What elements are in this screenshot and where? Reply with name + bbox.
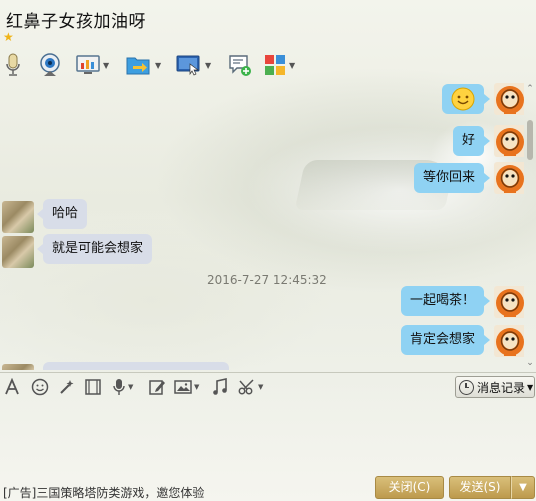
chevron-down-icon[interactable]: ▼ xyxy=(289,61,295,70)
share-screen-button[interactable]: ▼ xyxy=(76,52,109,78)
chevron-down-icon[interactable]: ▼ xyxy=(258,383,263,391)
message-history-label: 消息记录 xyxy=(477,380,526,395)
send-file-button[interactable]: ▼ xyxy=(126,52,161,78)
send-options-button[interactable]: ▼ xyxy=(511,476,535,499)
close-button[interactable]: 关闭(C) xyxy=(375,476,444,499)
voice-call-button[interactable] xyxy=(4,52,22,78)
message-list[interactable]: 好 等你回来 哈哈 就是可能会想家 2016-7-27 12:45:32 一起喝… xyxy=(0,82,524,370)
scroll-up-icon[interactable]: ⌃ xyxy=(525,84,535,94)
message-bubble-incoming[interactable]: 哈哈 xyxy=(36,199,88,229)
avatar[interactable] xyxy=(494,286,524,318)
monitor-chart-icon xyxy=(76,55,100,74)
scissors-icon xyxy=(238,379,254,395)
message-history-button[interactable]: 消息记录 ▼ xyxy=(455,376,535,398)
chevron-down-icon[interactable]: ▼ xyxy=(205,61,211,70)
microphone-icon xyxy=(113,379,125,395)
send-image-button[interactable]: ▼ xyxy=(174,377,199,397)
avatar[interactable] xyxy=(494,162,524,194)
clock-icon xyxy=(459,379,474,395)
magic-wand-icon xyxy=(60,380,74,394)
music-note-icon xyxy=(213,378,227,395)
chat-toolbar: ▼ ▼ ▼ ▼ xyxy=(0,48,536,82)
chat-scrollbar[interactable]: ⌃ ⌄ xyxy=(524,82,536,370)
kenny-avatar-icon xyxy=(496,165,524,193)
chevron-down-icon[interactable]: ▼ xyxy=(128,383,133,391)
message-bubble-incoming[interactable]: 就是可能会想家 xyxy=(36,234,153,264)
title-bar: 红鼻子女孩加油呀 ★ xyxy=(0,0,536,48)
voice-message-button[interactable]: ▼ xyxy=(112,377,133,397)
remote-assist-button[interactable]: ▼ xyxy=(176,52,211,78)
message-input[interactable] xyxy=(0,401,536,473)
scroll-down-icon[interactable]: ⌄ xyxy=(525,358,535,368)
chevron-down-icon: ▼ xyxy=(519,482,527,493)
chevron-down-icon[interactable]: ▼ xyxy=(155,61,161,70)
message-bubble-outgoing[interactable]: 等你回来 xyxy=(414,163,491,193)
chevron-down-icon: ▼ xyxy=(527,382,534,392)
music-button[interactable] xyxy=(212,377,228,397)
font-icon xyxy=(5,378,19,395)
message-bubble-outgoing[interactable]: 好 xyxy=(453,126,491,156)
message-bubble-outgoing[interactable]: 肯定会想家 xyxy=(401,325,491,355)
font-button[interactable] xyxy=(4,377,20,397)
image-icon xyxy=(174,380,192,394)
create-discussion-button[interactable] xyxy=(228,52,252,78)
emoji-button[interactable] xyxy=(31,377,49,397)
avatar[interactable] xyxy=(494,83,524,115)
chevron-down-icon[interactable]: ▼ xyxy=(194,383,199,391)
avatar[interactable] xyxy=(2,201,34,233)
kenny-avatar-icon xyxy=(496,86,524,114)
webcam-icon xyxy=(40,53,60,76)
message-bubble-outgoing[interactable]: 一起喝茶！ xyxy=(401,286,491,316)
message-bubble-outgoing[interactable] xyxy=(442,84,490,114)
scroll-thumb[interactable] xyxy=(527,120,533,160)
video-clip-button[interactable] xyxy=(84,377,102,397)
magic-emoticon-button[interactable] xyxy=(58,377,76,397)
contact-name: 红鼻子女孩加油呀 xyxy=(6,12,146,32)
kenny-avatar-icon xyxy=(496,328,524,356)
microphone-icon xyxy=(6,53,20,76)
star-icon: ★ xyxy=(3,30,14,44)
film-icon xyxy=(85,379,101,395)
kenny-avatar-icon xyxy=(496,289,524,317)
message-bubble-incoming[interactable] xyxy=(43,362,229,370)
chevron-down-icon[interactable]: ▼ xyxy=(103,61,109,70)
avatar[interactable] xyxy=(2,236,34,268)
chat-add-icon xyxy=(229,55,251,76)
smiley-icon xyxy=(31,378,49,396)
screen-capture-button[interactable]: ▼ xyxy=(238,377,263,397)
screenshot-edit-button[interactable] xyxy=(148,377,166,397)
ad-link[interactable]: [广告]三国策略塔防类游戏，邀您体验 xyxy=(3,484,204,501)
send-button[interactable]: 发送(S) xyxy=(449,476,511,499)
folder-arrow-icon xyxy=(126,57,150,75)
apps-grid-icon xyxy=(265,55,285,75)
remote-desktop-icon xyxy=(176,55,200,76)
smile-emoji-icon xyxy=(451,87,475,111)
video-call-button[interactable] xyxy=(38,52,62,78)
avatar[interactable] xyxy=(494,325,524,357)
apps-button[interactable]: ▼ xyxy=(264,52,295,78)
message-timestamp: 2016-7-27 12:45:32 xyxy=(207,273,327,287)
edit-icon xyxy=(149,380,165,395)
avatar[interactable] xyxy=(2,364,34,370)
avatar[interactable] xyxy=(494,125,524,157)
kenny-avatar-icon xyxy=(496,128,524,156)
